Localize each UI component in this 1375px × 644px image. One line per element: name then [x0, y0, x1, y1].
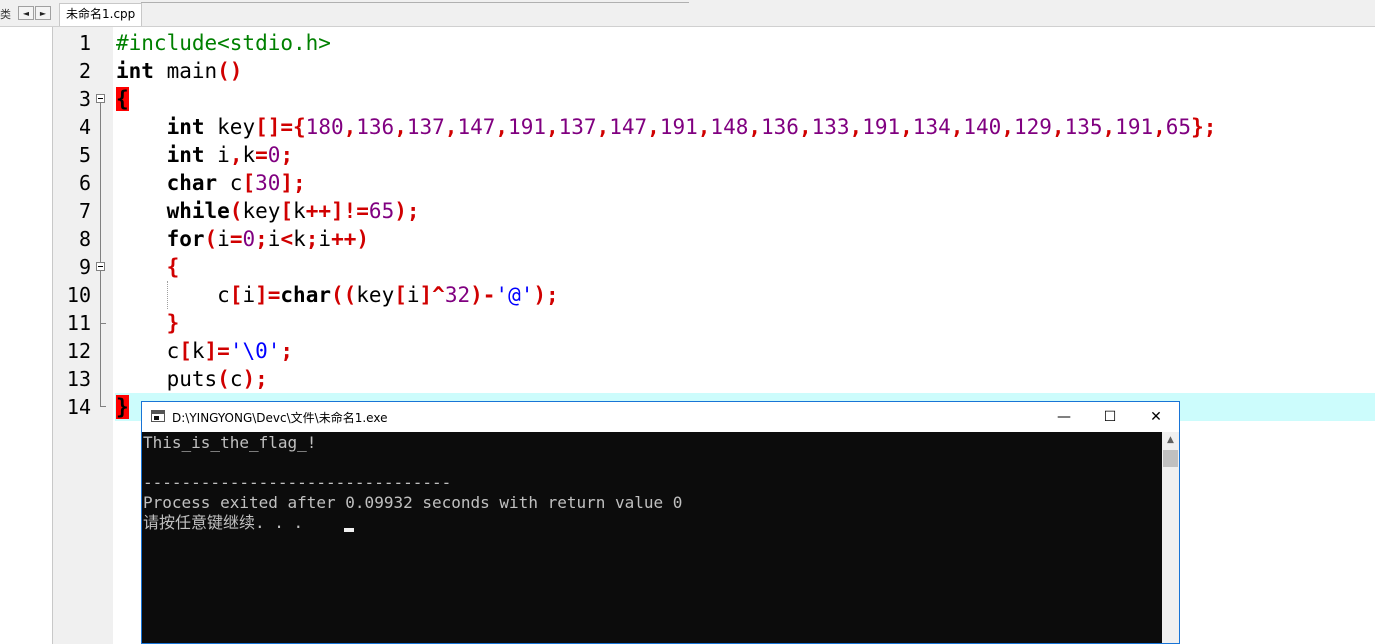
- text-cursor: [344, 528, 354, 532]
- console-window[interactable]: D:\YINGYONG\Devc\文件\未命名1.exe — ☐ ✕ This_…: [141, 401, 1180, 644]
- code-line-12: c[k]='\0';: [116, 339, 294, 363]
- line-number: 4: [78, 115, 91, 139]
- console-output[interactable]: This_is_the_flag_! ---------------------…: [142, 432, 1162, 643]
- console-line: 请按任意键继续. . .: [143, 513, 304, 532]
- line-number: 14: [66, 395, 91, 419]
- minimize-button[interactable]: —: [1041, 402, 1087, 432]
- maximize-button[interactable]: ☐: [1087, 402, 1133, 432]
- console-scrollbar[interactable]: ▲: [1162, 432, 1179, 643]
- fold-end-marker: [100, 323, 106, 324]
- line-number: 7: [78, 199, 91, 223]
- fold-end-marker: [100, 406, 106, 407]
- line-number: 8: [78, 227, 91, 251]
- tab-untitled-cpp[interactable]: 未命名1.cpp: [59, 3, 143, 26]
- console-line: This_is_the_flag_!: [143, 433, 317, 452]
- line-number: 9: [78, 255, 91, 279]
- line-number: 13: [66, 367, 91, 391]
- tab-scroll-left-button[interactable]: ◄: [18, 6, 34, 20]
- line-number: 1: [78, 31, 91, 55]
- scrollbar-thumb[interactable]: [1163, 450, 1178, 467]
- divider: [141, 0, 689, 3]
- scroll-up-arrow-icon[interactable]: ▲: [1162, 432, 1179, 449]
- line-number: 11: [66, 311, 91, 335]
- line-number: 6: [78, 171, 91, 195]
- code-line-6: char c[30];: [166, 171, 306, 195]
- fold-toggle-for[interactable]: [96, 262, 105, 271]
- line-number: 2: [78, 59, 91, 83]
- code-line-4: int key[]={180,136,137,147,191,137,147,1…: [166, 115, 1217, 139]
- console-line: --------------------------------: [143, 473, 452, 492]
- code-line-8: for(i=0;i<k;i++): [166, 227, 370, 251]
- close-button[interactable]: ✕: [1133, 402, 1179, 432]
- code-line-1: #include<stdio.h>: [116, 31, 331, 55]
- project-panel: [0, 27, 53, 644]
- line-number: 12: [66, 339, 91, 363]
- code-line-13: puts(c);: [116, 367, 268, 391]
- line-number: 10: [66, 283, 91, 307]
- fold-guide: [100, 103, 101, 406]
- code-line-5: int i,k=0;: [166, 143, 294, 167]
- line-number: 5: [78, 143, 91, 167]
- editor-tab-strip: 类 ◄ ► 未命名1.cpp: [0, 0, 1375, 27]
- code-line-3: {: [116, 87, 129, 111]
- code-line-9: {: [166, 255, 180, 279]
- line-number: 3: [78, 87, 91, 111]
- line-number-gutter: 1 2 3 4 5 6 7 8 9 10 11 12 13 14: [59, 27, 113, 644]
- code-line-14: }: [116, 395, 129, 419]
- left-panel-tab-fragment[interactable]: 类: [0, 6, 11, 22]
- fold-toggle-main[interactable]: [96, 94, 105, 103]
- console-title-bar[interactable]: D:\YINGYONG\Devc\文件\未命名1.exe — ☐ ✕: [142, 402, 1179, 432]
- code-line-11: }: [166, 311, 180, 335]
- console-app-icon[interactable]: [151, 410, 165, 422]
- code-line-7: while(key[k++]!=65);: [166, 199, 420, 223]
- code-line-10: c[i]=char((key[i]^32)-'@');: [116, 283, 559, 307]
- code-line-2: int main(): [116, 59, 243, 83]
- tab-scroll-right-button[interactable]: ►: [35, 6, 51, 20]
- console-line: Process exited after 0.09932 seconds wit…: [143, 493, 683, 512]
- console-title: D:\YINGYONG\Devc\文件\未命名1.exe: [172, 411, 388, 425]
